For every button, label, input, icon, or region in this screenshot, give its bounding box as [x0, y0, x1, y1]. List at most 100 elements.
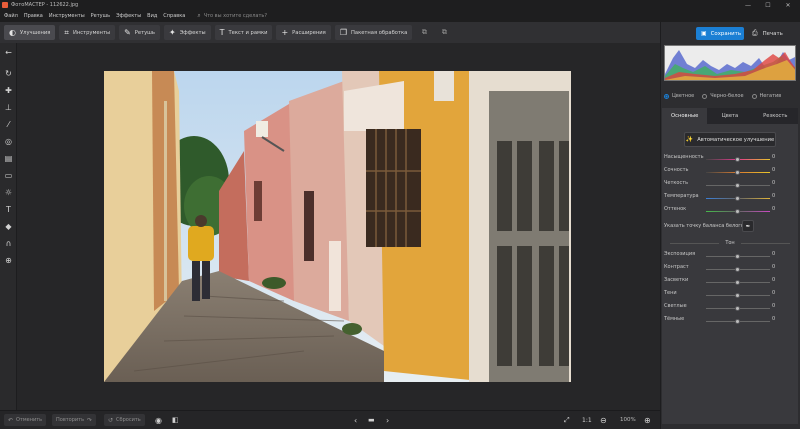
- text-tool-icon[interactable]: T: [3, 204, 14, 215]
- menu-effects[interactable]: Эффекты: [116, 13, 141, 19]
- slider-value: 0: [772, 290, 776, 296]
- slider-knob[interactable]: [735, 195, 740, 201]
- preview-eye-icon[interactable]: ◉: [155, 414, 162, 426]
- radio-negative[interactable]: [751, 93, 757, 99]
- before-after-icon[interactable]: ◧: [172, 414, 179, 426]
- tab-enhance[interactable]: ◐ Улучшения: [4, 25, 56, 40]
- window-title: ФотоМАСТЕР - 112622.jpg: [11, 2, 79, 8]
- slider-knob[interactable]: [735, 292, 740, 298]
- tab-effects[interactable]: ✦ Эффекты: [163, 25, 211, 40]
- slider-knob[interactable]: [735, 182, 740, 188]
- slider-knob[interactable]: [735, 156, 740, 162]
- tab-sharpness[interactable]: Резкость: [752, 108, 798, 124]
- photo-preview[interactable]: [104, 71, 571, 382]
- zoom-in-button[interactable]: ⊕: [644, 414, 651, 426]
- brush-icon: ✎: [124, 28, 131, 37]
- next-photo-button[interactable]: ›: [386, 414, 389, 426]
- redo-button[interactable]: Повторить ↷: [52, 414, 97, 426]
- slider-knob[interactable]: [735, 169, 740, 175]
- maximize-button[interactable]: ☐: [758, 0, 778, 10]
- slider-value: 0: [772, 206, 776, 212]
- search-icon: ⌕: [197, 12, 201, 19]
- slider-knob[interactable]: [735, 318, 740, 324]
- slider-row: Тени 0: [664, 290, 796, 300]
- slider-row: Насыщенность 0: [664, 154, 796, 164]
- menu-retouch[interactable]: Ретушь: [91, 13, 111, 19]
- tab-retouch[interactable]: ✎ Ретушь: [119, 25, 160, 40]
- compare-button[interactable]: ⧉: [416, 25, 432, 40]
- mode-bw[interactable]: Черно-белое: [702, 93, 744, 99]
- ratio-1-1[interactable]: 1:1: [582, 414, 592, 426]
- mode-bw-label: Черно-белое: [710, 93, 744, 99]
- panel-tabs: Основные Цвета Резкость: [662, 108, 798, 124]
- printer-icon: ⎙: [752, 29, 758, 37]
- tab-extensions[interactable]: + Расширения: [276, 25, 331, 40]
- slider-row: Контраст 0: [664, 264, 796, 274]
- slider-value: 0: [772, 154, 776, 160]
- history-button[interactable]: ⧉: [436, 25, 452, 40]
- eyedropper-button[interactable]: ✒: [742, 220, 754, 232]
- tone-section-header: Тон: [664, 238, 796, 248]
- tab-batch[interactable]: ❐ Пакетная обработка: [334, 25, 413, 40]
- menu-tools[interactable]: Инструменты: [49, 13, 85, 19]
- fill-icon[interactable]: ◆: [3, 221, 14, 232]
- white-balance-label: Указать точку баланса белого: [664, 223, 744, 229]
- tab-text-frames[interactable]: T Текст и рамки: [214, 25, 273, 40]
- fit-screen-icon[interactable]: ⤢: [564, 414, 570, 426]
- slider-knob[interactable]: [735, 279, 740, 285]
- menu-edit[interactable]: Правка: [24, 13, 43, 19]
- prev-photo-button[interactable]: ‹: [354, 414, 357, 426]
- reset-button[interactable]: ↺ Сбросить: [104, 414, 145, 426]
- mode-negative[interactable]: Негатив: [751, 93, 782, 99]
- light-icon[interactable]: ☼: [3, 187, 14, 198]
- redo-label: Повторить: [56, 417, 85, 423]
- mode-negative-label: Негатив: [759, 93, 782, 99]
- slider-row: Четкость 0: [664, 180, 796, 190]
- tab-batch-label: Пакетная обработка: [350, 29, 408, 36]
- globe-icon[interactable]: ⊕: [3, 255, 14, 266]
- tab-tools[interactable]: ⌗ Инструменты: [59, 25, 116, 40]
- tab-text-frames-label: Текст и рамки: [228, 29, 268, 36]
- slider-value: 0: [772, 277, 776, 283]
- print-button[interactable]: ⎙ Печать: [752, 27, 783, 40]
- folder-icon[interactable]: ▬: [368, 414, 375, 426]
- minimize-button[interactable]: —: [738, 0, 758, 10]
- auto-enhance-button[interactable]: ✨ Автоматическое улучшение: [684, 132, 776, 147]
- undo-button[interactable]: ↶ Отменить: [4, 414, 47, 426]
- close-button[interactable]: ✕: [778, 0, 798, 10]
- rotate-icon[interactable]: ↻: [3, 68, 14, 79]
- slider-knob[interactable]: [735, 266, 740, 272]
- radial-filter-icon[interactable]: ◎: [3, 136, 14, 147]
- slider-label: Оттенок: [664, 206, 687, 212]
- undo-label: Отменить: [16, 417, 43, 423]
- batch-icon: ❐: [339, 28, 347, 37]
- menu-help[interactable]: Справка: [163, 13, 185, 19]
- stamp-icon[interactable]: ⊥: [3, 102, 14, 113]
- magic-wand-icon: ✨: [685, 136, 694, 143]
- left-tool-strip: ← ↻ ✚ ⊥ ⁄ ◎ ▤ ▭ ☼ T ◆ ∩ ⊕: [0, 43, 17, 410]
- radio-color[interactable]: [664, 93, 669, 99]
- slider-knob[interactable]: [735, 253, 740, 259]
- tab-effects-label: Эффекты: [179, 29, 206, 36]
- brush-tool-icon[interactable]: ⁄: [3, 119, 14, 130]
- search-input[interactable]: Что вы хотите сделать?: [204, 13, 267, 19]
- tab-extensions-label: Расширения: [292, 29, 326, 36]
- zoom-out-button[interactable]: ⊖: [600, 414, 607, 426]
- healing-icon[interactable]: ✚: [3, 85, 14, 96]
- menu-view[interactable]: Вид: [147, 13, 157, 19]
- slider-knob[interactable]: [735, 305, 740, 311]
- search-box[interactable]: ⌕ Что вы хотите сделать?: [197, 12, 267, 20]
- back-arrow-icon[interactable]: ←: [3, 47, 14, 58]
- mode-color[interactable]: Цветное: [664, 93, 694, 99]
- gradient-filter-icon[interactable]: ▤: [3, 153, 14, 164]
- magnet-icon[interactable]: ∩: [3, 238, 14, 249]
- tab-tools-label: Инструменты: [72, 29, 111, 36]
- radio-bw[interactable]: [702, 93, 708, 99]
- slider-knob[interactable]: [735, 208, 740, 214]
- vignette-icon[interactable]: ▭: [3, 170, 14, 181]
- save-button[interactable]: ▣ Сохранить: [696, 27, 744, 40]
- eyedropper-icon: ✒: [745, 222, 751, 230]
- menu-file[interactable]: Файл: [4, 13, 18, 19]
- tab-colors[interactable]: Цвета: [707, 108, 753, 124]
- tab-basic[interactable]: Основные: [662, 108, 708, 124]
